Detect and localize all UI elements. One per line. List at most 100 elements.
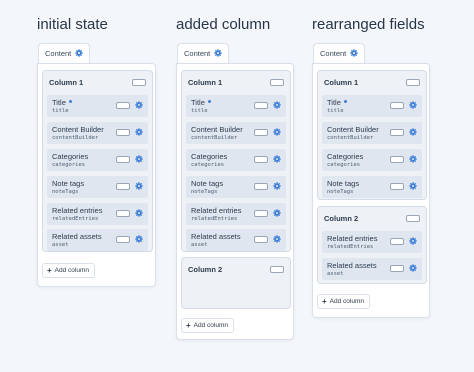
field-name: Categories [191,152,228,161]
field-row[interactable]: Title title [47,95,148,117]
plus-icon: + [322,296,327,306]
gear-icon[interactable] [135,235,143,243]
gear-icon[interactable] [409,182,417,190]
field-label: Title [327,98,341,107]
field-row[interactable]: Related assets asset [322,258,422,280]
field-toggle[interactable] [254,210,268,217]
tab-container: Column 1 Title title Content Builder con… [176,63,294,340]
field-row[interactable]: Related entries relatedEntries [47,203,148,225]
plus-icon: + [47,265,52,275]
field-toggle[interactable] [390,156,404,163]
column-toggle[interactable] [406,215,420,222]
field-toggle[interactable] [254,156,268,163]
add-column-button[interactable]: + Add column [317,294,370,309]
field-row[interactable]: Title title [322,95,422,117]
tab-label: Content [45,49,72,58]
field-row[interactable]: Note tags noteTags [47,176,148,198]
field-row[interactable]: Content Builder contentBuilder [47,122,148,144]
gear-icon[interactable] [135,101,143,109]
field-row[interactable]: Content Builder contentBuilder [186,122,286,144]
column-toggle[interactable] [270,79,284,86]
field-row[interactable]: Related entries relatedEntries [186,203,286,225]
field-row[interactable]: Categories categories [186,149,286,171]
field-row[interactable]: Content Builder contentBuilder [322,122,422,144]
layout-column[interactable]: Column 1 Title title Content Builder con… [181,70,291,252]
field-toggle[interactable] [390,102,404,109]
layout-column[interactable]: Column 1 Title title Content Builder con… [317,70,427,200]
field-handle: noteTags [191,189,218,195]
field-row[interactable]: Title title [186,95,286,117]
field-row[interactable]: Categories categories [322,149,422,171]
field-toggle[interactable] [254,102,268,109]
field-handle: asset [327,271,344,277]
gear-icon[interactable] [135,128,143,136]
add-column-label: Add column [329,298,364,305]
column-toggle[interactable] [406,79,420,86]
layout-column[interactable]: Column 2 [181,257,291,309]
column-toggle[interactable] [132,79,146,86]
field-row[interactable]: Note tags noteTags [186,176,286,198]
gear-icon[interactable] [273,128,281,136]
layout-column[interactable]: Column 1 Title title Content Builder con… [42,70,153,252]
gear-icon[interactable] [75,49,84,57]
gear-icon[interactable] [273,235,281,243]
field-row[interactable]: Note tags noteTags [322,176,422,198]
field-row[interactable]: Related assets asset [47,229,148,251]
add-column-button[interactable]: + Add column [42,263,95,278]
gear-icon[interactable] [273,182,281,190]
gear-icon[interactable] [409,155,417,163]
gear-icon[interactable] [409,101,417,109]
gear-icon[interactable] [135,182,143,190]
field-handle: relatedEntries [327,244,374,250]
tab-content[interactable]: Content [38,43,91,63]
gear-icon[interactable] [350,49,359,57]
tab-label: Content [184,49,211,58]
field-name: Categories [327,152,364,161]
field-toggle[interactable] [390,183,404,190]
gear-icon[interactable] [273,155,281,163]
field-handle: categories [327,162,361,168]
field-toggle[interactable] [116,183,130,190]
field-label: Title [52,98,66,107]
field-row[interactable]: Categories categories [47,149,148,171]
field-label: Title [191,98,205,107]
tab-content[interactable]: Content [313,43,366,63]
gear-icon[interactable] [135,209,143,217]
column-toggle[interactable] [270,266,284,273]
field-row[interactable]: Related entries relatedEntries [322,231,422,253]
field-toggle[interactable] [254,183,268,190]
gear-icon[interactable] [273,101,281,109]
panel-heading: initial state [37,16,108,33]
gear-icon[interactable] [409,237,417,245]
field-handle: contentBuilder [52,135,99,141]
required-indicator [68,99,72,103]
field-toggle[interactable] [116,129,130,136]
gear-icon[interactable] [273,209,281,217]
tab-content[interactable]: Content [177,43,230,63]
gear-icon[interactable] [214,49,223,57]
gear-icon[interactable] [409,128,417,136]
field-toggle[interactable] [390,129,404,136]
field-toggle[interactable] [116,236,130,243]
field-name: Title [327,98,347,107]
field-name: Title [191,98,211,107]
field-toggle[interactable] [390,265,404,272]
field-name: Content Builder [327,125,379,134]
column-title: Column 1 [188,78,223,87]
field-name: Related assets [191,232,241,241]
field-toggle[interactable] [254,129,268,136]
column-title: Column 2 [324,214,359,223]
field-toggle[interactable] [116,210,130,217]
gear-icon[interactable] [135,155,143,163]
add-column-button[interactable]: + Add column [181,318,234,333]
tab-container: Column 1 Title title Content Builder con… [37,63,156,287]
field-toggle[interactable] [254,236,268,243]
layout-column[interactable]: Column 2 Related entries relatedEntries … [317,206,427,284]
field-row[interactable]: Related assets asset [186,229,286,251]
field-toggle[interactable] [390,238,404,245]
field-handle: asset [52,242,69,248]
field-name: Categories [52,152,89,161]
field-toggle[interactable] [116,156,130,163]
field-toggle[interactable] [116,102,130,109]
gear-icon[interactable] [409,264,417,272]
